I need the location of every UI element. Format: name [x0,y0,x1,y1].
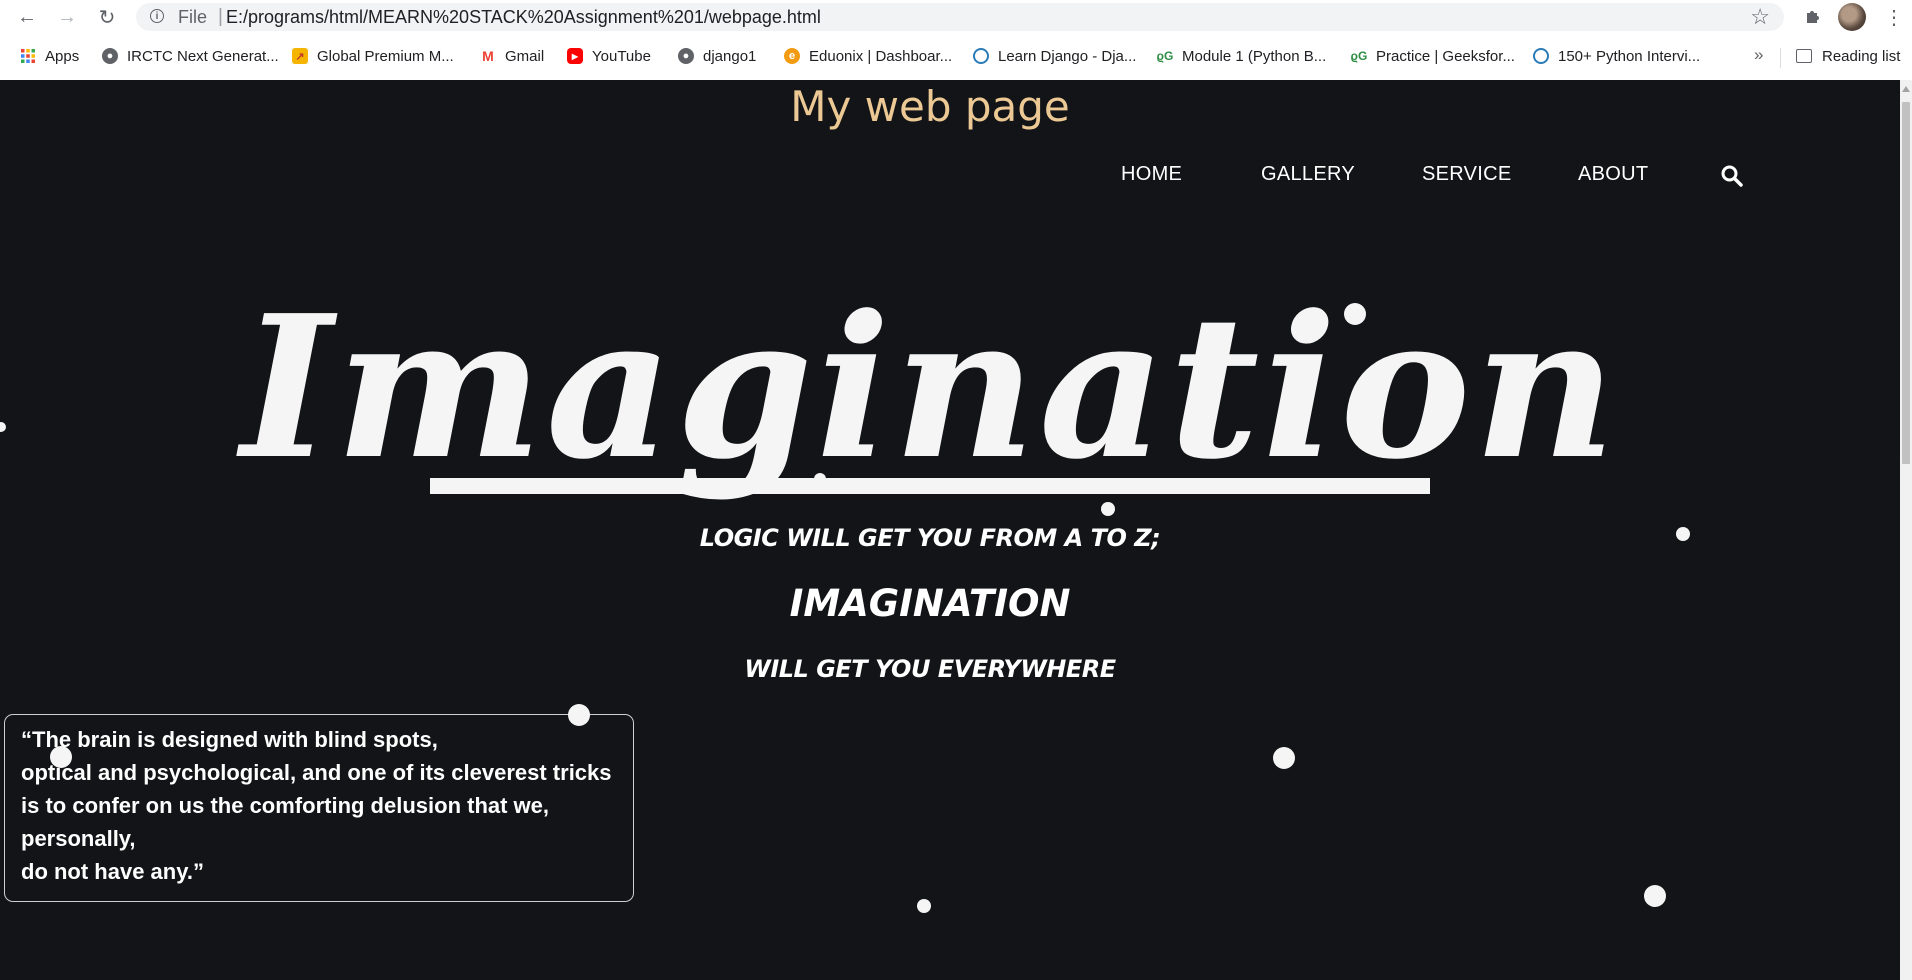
reload-icon[interactable]: ↻ [94,4,120,30]
floating-particle [568,704,590,726]
url-separator: | [218,6,223,27]
hero-heading: Imagination [240,273,1620,503]
browser-chrome: ← → ↻ i File | E:/programs/html/MEARN%20… [0,0,1912,81]
bookmark-module1[interactable]: ϱG Module 1 (Python B... [1156,45,1327,67]
bookmark-label: 150+ Python Intervi... [1558,47,1701,65]
bookmark-apps[interactable]: Apps [20,45,79,67]
kebab-menu-icon[interactable]: ⋮ [1884,4,1904,30]
reading-list-label: Reading list [1822,47,1901,65]
bookmark-star-icon[interactable]: ☆ [1750,4,1770,30]
tagline-everywhere: WILL GET YOU EVERYWHERE [744,655,1116,683]
floating-particle [50,746,72,768]
nav-about[interactable]: ABOUT [1578,163,1648,186]
eduonix-icon: e [784,48,800,64]
hero-underline [430,478,1430,494]
bookmarks-bar: Apps ● IRCTC Next Generat... ↗ Global Pr… [0,42,1912,72]
bookmark-django1[interactable]: ● django1 [678,45,756,67]
search-icon[interactable] [1720,164,1744,188]
floating-particle [917,899,931,913]
quote-box: “The brain is designed with blind spots,… [4,714,634,902]
bookmark-label: IRCTC Next Generat... [127,47,279,65]
geeksforgeeks-icon: ϱG [1350,49,1368,63]
scroll-up-arrow-icon[interactable] [1902,86,1910,92]
floating-particle [1273,747,1295,769]
url-text[interactable]: E:/programs/html/MEARN%20STACK%20Assignm… [226,7,821,28]
bookmarks-divider [1780,48,1781,68]
info-icon[interactable]: i [150,9,164,23]
bookmark-eduonix[interactable]: e Eduonix | Dashboar... [784,45,952,67]
bookmark-gmail[interactable]: M Gmail [480,45,544,67]
tagline-logic: LOGIC WILL GET YOU FROM A TO Z; [699,524,1161,552]
bookmark-global-premium[interactable]: ↗ Global Premium M... [292,45,454,67]
quote-text: “The brain is designed with blind spots,… [21,727,612,884]
bookmark-practice[interactable]: ϱG Practice | Geeksfor... [1351,45,1515,67]
global-premium-icon: ↗ [292,48,308,64]
apps-grid-icon [20,48,36,64]
reading-list-icon [1796,49,1812,63]
page-scrollbar[interactable] [1900,80,1912,980]
bookmark-youtube[interactable]: ▶ YouTube [567,45,651,67]
bookmark-label: Apps [45,47,80,65]
bookmark-label: Gmail [505,47,545,65]
nav-service[interactable]: SERVICE [1422,163,1512,186]
bookmark-python-interview[interactable]: 150+ Python Intervi... [1533,45,1700,67]
bookmark-label: django1 [703,47,757,65]
profile-avatar[interactable] [1838,3,1866,31]
bookmark-learn-django[interactable]: Learn Django - Dja... [973,45,1136,67]
bookmark-label: YouTube [592,47,651,65]
bookmark-label: Practice | Geeksfor... [1376,47,1515,65]
bookmark-label: Learn Django - Dja... [998,47,1137,65]
bookmark-irctc[interactable]: ● IRCTC Next Generat... [102,45,279,67]
site-title: My web page [790,82,1070,131]
bookmark-label: Global Premium M... [317,47,454,65]
tagline-imagination: IMAGINATION [789,582,1071,625]
bookmark-label: Module 1 (Python B... [1182,47,1327,65]
gmail-icon: M [482,48,494,64]
floating-particle [1101,502,1115,516]
django-icon [973,48,989,64]
globe-icon: ● [102,48,118,64]
file-label: File [178,7,208,27]
globe-icon: ● [678,48,694,64]
nav-home[interactable]: HOME [1121,163,1182,186]
bookmark-label: Eduonix | Dashboar... [809,47,953,65]
django-icon [1533,48,1549,64]
youtube-icon: ▶ [567,48,583,64]
address-bar[interactable]: i File | E:/programs/html/MEARN%20STACK%… [136,3,1784,31]
geeksforgeeks-icon: ϱG [1156,49,1174,63]
nav-gallery[interactable]: GALLERY [1261,163,1355,186]
forward-arrow-icon[interactable]: → [54,4,80,30]
web-page: My web page HOME GALLERY SERVICE ABOUT I… [0,80,1900,980]
extensions-puzzle-icon[interactable] [1800,2,1826,30]
floating-particle [1644,885,1666,907]
reading-list-button[interactable]: Reading list [1796,45,1900,67]
browser-toolbar: ← → ↻ i File | E:/programs/html/MEARN%20… [0,0,1912,34]
floating-particle [1344,303,1366,325]
scrollbar-thumb[interactable] [1902,102,1910,464]
floating-particle [814,473,826,485]
floating-particle [1676,527,1690,541]
back-arrow-icon[interactable]: ← [14,4,40,30]
more-bookmarks-chevron-icon[interactable]: » [1754,45,1763,65]
